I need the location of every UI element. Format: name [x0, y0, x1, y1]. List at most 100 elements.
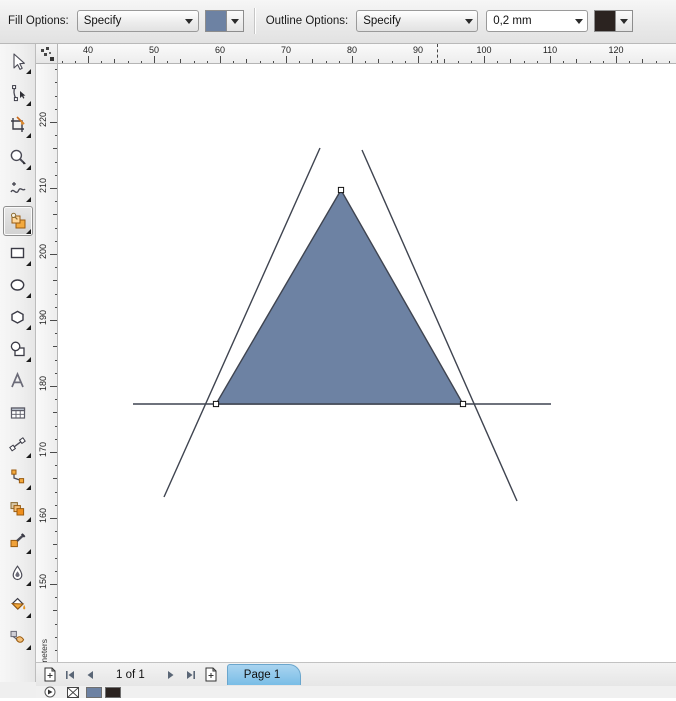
- jump-last-icon[interactable]: [182, 666, 200, 684]
- ruler-minor-tick: [536, 61, 538, 63]
- basic-shapes-tool[interactable]: [3, 334, 33, 364]
- ruler-tick-label: 220: [38, 112, 48, 128]
- ruler-tick-label: 60: [214, 45, 226, 55]
- ruler-minor-tick: [338, 61, 340, 63]
- ruler-minor-tick: [55, 570, 57, 572]
- ruler-minor-tick: [53, 148, 57, 150]
- ruler-minor-tick: [55, 372, 57, 374]
- ruler-minor-tick: [589, 61, 591, 63]
- flyout-arrow-icon[interactable]: [25, 453, 31, 458]
- outline-mode-combo[interactable]: Specify: [356, 10, 479, 32]
- outline-color-swatch[interactable]: [594, 10, 617, 32]
- flyout-arrow-icon[interactable]: [25, 485, 31, 490]
- ruler-minor-tick: [167, 61, 169, 63]
- ruler-tick-label: 180: [38, 376, 48, 392]
- flyout-arrow-icon[interactable]: [25, 645, 31, 650]
- flyout-arrow-icon[interactable]: [25, 261, 31, 266]
- flyout-arrow-icon[interactable]: [25, 165, 31, 170]
- page-tab-1[interactable]: Page 1: [226, 664, 302, 685]
- next-page-icon[interactable]: [162, 666, 180, 684]
- outline-color-indicator[interactable]: [105, 686, 121, 698]
- ruler-tick-label: 40: [82, 45, 94, 55]
- flyout-arrow-icon[interactable]: [25, 197, 31, 202]
- flyout-arrow-icon[interactable]: [25, 69, 31, 74]
- color-eyedropper-tool[interactable]: [3, 526, 33, 556]
- drawing-canvas[interactable]: [58, 64, 676, 682]
- freehand-tool[interactable]: [3, 174, 33, 204]
- node-edit-tool[interactable]: [3, 78, 33, 108]
- rectangle-tool[interactable]: [3, 238, 33, 268]
- connector-tool[interactable]: [3, 462, 33, 492]
- ruler-major-tick: [50, 254, 57, 255]
- chevron-down-icon[interactable]: [181, 11, 198, 31]
- property-bar: Fill Options: Specify Outline Options: S…: [0, 0, 676, 44]
- ruler-minor-tick: [378, 59, 380, 63]
- ruler-major-tick: [50, 452, 57, 453]
- crop-icon: [10, 116, 25, 132]
- flyout-arrow-icon[interactable]: [25, 357, 31, 362]
- ruler-major-tick: [154, 56, 155, 63]
- blend-tool[interactable]: [3, 494, 33, 524]
- new-page-first-icon[interactable]: [41, 666, 59, 684]
- crop-tool[interactable]: [3, 110, 33, 140]
- flyout-arrow-icon[interactable]: [25, 581, 31, 586]
- outline-color-dropdown-button[interactable]: [616, 10, 634, 32]
- no-fill-x-icon[interactable]: [64, 683, 82, 701]
- flyout-arrow-icon[interactable]: [25, 133, 31, 138]
- table-tool[interactable]: [3, 398, 33, 428]
- polygon-tool[interactable]: [3, 302, 33, 332]
- navigator-icon[interactable]: [41, 683, 59, 701]
- flyout-arrow-icon[interactable]: [25, 517, 31, 522]
- horizontal-ruler[interactable]: 40 50 60 70 80 90 100 110 120: [58, 44, 676, 64]
- ruler-minor-tick: [655, 61, 657, 63]
- fill-color-dropdown-button[interactable]: [226, 10, 244, 32]
- vertical-ruler[interactable]: millimeters 220 210 200 190 180 170 160 150: [36, 64, 58, 682]
- flyout-arrow-icon[interactable]: [25, 229, 31, 234]
- zoom-tool[interactable]: [3, 142, 33, 172]
- ruler-major-tick: [88, 56, 89, 63]
- fill-color-picker[interactable]: [204, 10, 244, 32]
- interactive-fill-tool[interactable]: [3, 622, 33, 652]
- previous-page-icon[interactable]: [81, 666, 99, 684]
- ruler-origin-icon[interactable]: [36, 44, 58, 64]
- flyout-arrow-icon[interactable]: [25, 293, 31, 298]
- flyout-arrow-icon[interactable]: [25, 325, 31, 330]
- ruler-minor-tick: [53, 412, 57, 414]
- outline-color-picker[interactable]: [594, 10, 634, 32]
- ruler-minor-tick: [391, 61, 393, 63]
- chevron-down-icon[interactable]: [460, 11, 477, 31]
- fill-color-indicator[interactable]: [86, 686, 102, 698]
- text-tool[interactable]: [3, 366, 33, 396]
- ellipse-tool[interactable]: [3, 270, 33, 300]
- polygon-icon: [10, 310, 24, 324]
- fill-color-swatch[interactable]: [204, 10, 227, 32]
- cursor-arrow-icon: [12, 53, 25, 70]
- outline-width-combo[interactable]: 0,2 mm: [486, 10, 589, 32]
- select-tool[interactable]: [3, 46, 33, 76]
- node-bottom-right[interactable]: [459, 400, 467, 408]
- ruler-guide-marker[interactable]: [437, 44, 438, 63]
- ruler-minor-tick: [55, 306, 57, 308]
- smart-fill-tool[interactable]: [2, 206, 33, 236]
- ruler-tick-label: 80: [346, 45, 358, 55]
- node-edit-icon: [11, 85, 25, 102]
- chevron-down-icon[interactable]: [570, 11, 587, 31]
- fill-mode-combo[interactable]: Specify: [76, 10, 199, 32]
- new-page-last-icon[interactable]: [202, 666, 220, 684]
- ruler-minor-tick: [53, 214, 57, 216]
- jump-first-icon[interactable]: [61, 666, 79, 684]
- flyout-arrow-icon[interactable]: [25, 101, 31, 106]
- ruler-minor-tick: [55, 399, 57, 401]
- ruler-minor-tick: [55, 359, 57, 361]
- dimension-tool[interactable]: [3, 430, 33, 460]
- flyout-arrow-icon[interactable]: [25, 613, 31, 618]
- ruler-tick-label: 90: [412, 45, 424, 55]
- transparency-tool[interactable]: [3, 558, 33, 588]
- fill-options-label: Fill Options:: [8, 15, 69, 27]
- node-bottom-left[interactable]: [212, 400, 220, 408]
- flyout-arrow-icon[interactable]: [25, 549, 31, 554]
- node-apex[interactable]: [337, 186, 345, 194]
- ruler-minor-tick: [55, 135, 57, 137]
- interactive-fill-icon: [10, 630, 24, 643]
- fill-tool[interactable]: [3, 590, 33, 620]
